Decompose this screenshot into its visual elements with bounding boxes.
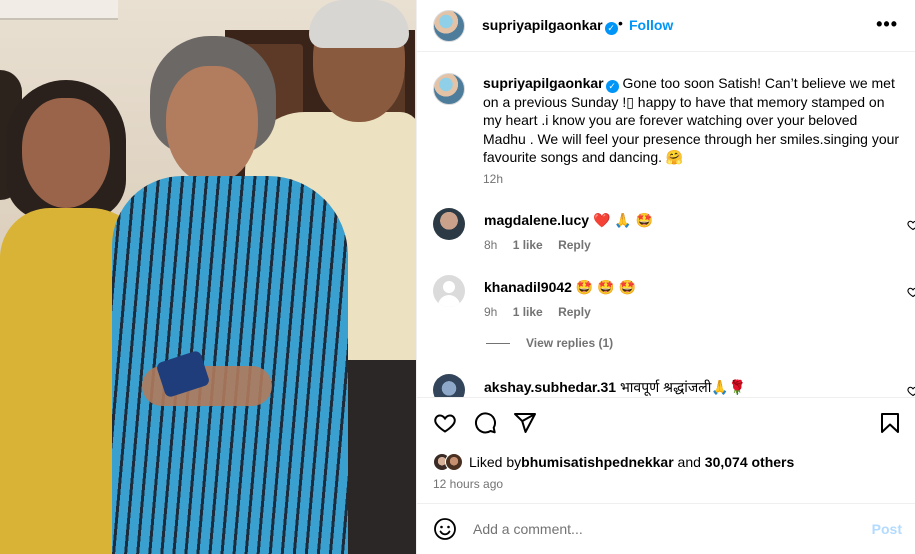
bookmark-icon[interactable] xyxy=(878,411,902,435)
comment-text: भावपूर्ण श्रद्धांजली🙏🌹 xyxy=(619,379,747,395)
comment-line: magdalene.lucy ❤️ 🙏 🤩 xyxy=(484,212,653,229)
likes-middle: and xyxy=(673,454,705,470)
caption-username[interactable]: supriyapilgaonkar xyxy=(483,75,604,91)
comment-likes[interactable]: 1 like xyxy=(513,305,543,319)
caption-time[interactable]: 12h xyxy=(483,172,503,186)
comment-line: khanadil9042 🤩 🤩 🤩 xyxy=(484,279,636,296)
comment-input[interactable] xyxy=(473,517,853,541)
comment-time[interactable]: 8h xyxy=(484,238,497,252)
header-separator: • xyxy=(618,15,623,31)
comment-time[interactable]: 9h xyxy=(484,305,497,319)
post-comment-button[interactable]: Post xyxy=(872,521,902,537)
heart-icon[interactable] xyxy=(433,411,457,435)
view-replies-button[interactable]: View replies (1) xyxy=(486,336,613,350)
comment-username[interactable]: akshay.subhedar.31 xyxy=(484,379,616,395)
view-replies-label[interactable]: View replies (1) xyxy=(526,336,613,350)
liker-avatar[interactable] xyxy=(445,453,463,471)
verified-badge-icon: ✓ xyxy=(605,80,619,93)
comments-section[interactable]: supriyapilgaonkar ✓ Gone too soon Satish!… xyxy=(417,53,915,397)
comment-heart-icon[interactable] xyxy=(907,219,915,231)
commenter-avatar[interactable] xyxy=(433,208,465,240)
photo-air-conditioner xyxy=(0,0,118,20)
comment-reply-button[interactable]: Reply xyxy=(558,305,591,319)
photo-person-center-woman xyxy=(112,36,352,554)
comment-reply-button[interactable]: Reply xyxy=(558,238,591,252)
more-icon[interactable]: ••• xyxy=(876,14,898,35)
comment-icon[interactable] xyxy=(473,411,497,435)
commenter-avatar[interactable] xyxy=(433,275,465,307)
post-side-panel: supriyapilgaonkar ✓ • Follow ••• supriyap… xyxy=(416,0,915,554)
liker-username[interactable]: bhumisatishpednekkar xyxy=(521,454,674,470)
likes-prefix: Liked by xyxy=(469,454,522,470)
comment-username[interactable]: khanadil9042 xyxy=(484,279,572,295)
verified-badge-icon: ✓ xyxy=(604,22,618,35)
comment-text: 🤩 🤩 🤩 xyxy=(575,279,636,295)
instagram-post: supriyapilgaonkar ✓ • Follow ••• supriyap… xyxy=(0,0,915,554)
comment-line: akshay.subhedar.31 भावपूर्ण श्रद्धांजली🙏… xyxy=(484,378,746,397)
posted-time[interactable]: 12 hours ago xyxy=(433,477,503,491)
author-username[interactable]: supriyapilgaonkar ✓ xyxy=(482,17,618,35)
likes-others[interactable]: 30,074 others xyxy=(705,454,795,470)
author-avatar[interactable] xyxy=(433,10,465,42)
comment-text: ❤️ 🙏 🤩 xyxy=(592,212,654,228)
comment-likes[interactable]: 1 like xyxy=(513,238,543,252)
caption-author-avatar[interactable] xyxy=(433,73,465,105)
comment-meta: 9h 1 like Reply xyxy=(484,305,603,319)
replies-divider xyxy=(486,342,510,344)
commenter-avatar[interactable] xyxy=(433,374,465,397)
comment-composer: Post xyxy=(417,503,915,554)
author-username-text[interactable]: supriyapilgaonkar xyxy=(482,17,603,33)
comment-username[interactable]: magdalene.lucy xyxy=(484,212,589,228)
likes-summary: Liked by bhumisatishpednekkar and 30,074… xyxy=(433,453,794,471)
comment-meta: 8h 1 like Reply xyxy=(484,238,603,252)
comment-heart-icon[interactable] xyxy=(907,385,915,397)
caption-body: supriyapilgaonkar ✓ Gone too soon Satish!… xyxy=(483,74,903,166)
follow-button[interactable]: Follow xyxy=(629,17,673,33)
emoji-icon[interactable] xyxy=(433,517,457,541)
post-photo[interactable] xyxy=(0,0,416,554)
comment-heart-icon[interactable] xyxy=(907,286,915,298)
share-icon[interactable] xyxy=(513,411,537,435)
post-header: supriyapilgaonkar ✓ • Follow ••• xyxy=(417,0,915,52)
